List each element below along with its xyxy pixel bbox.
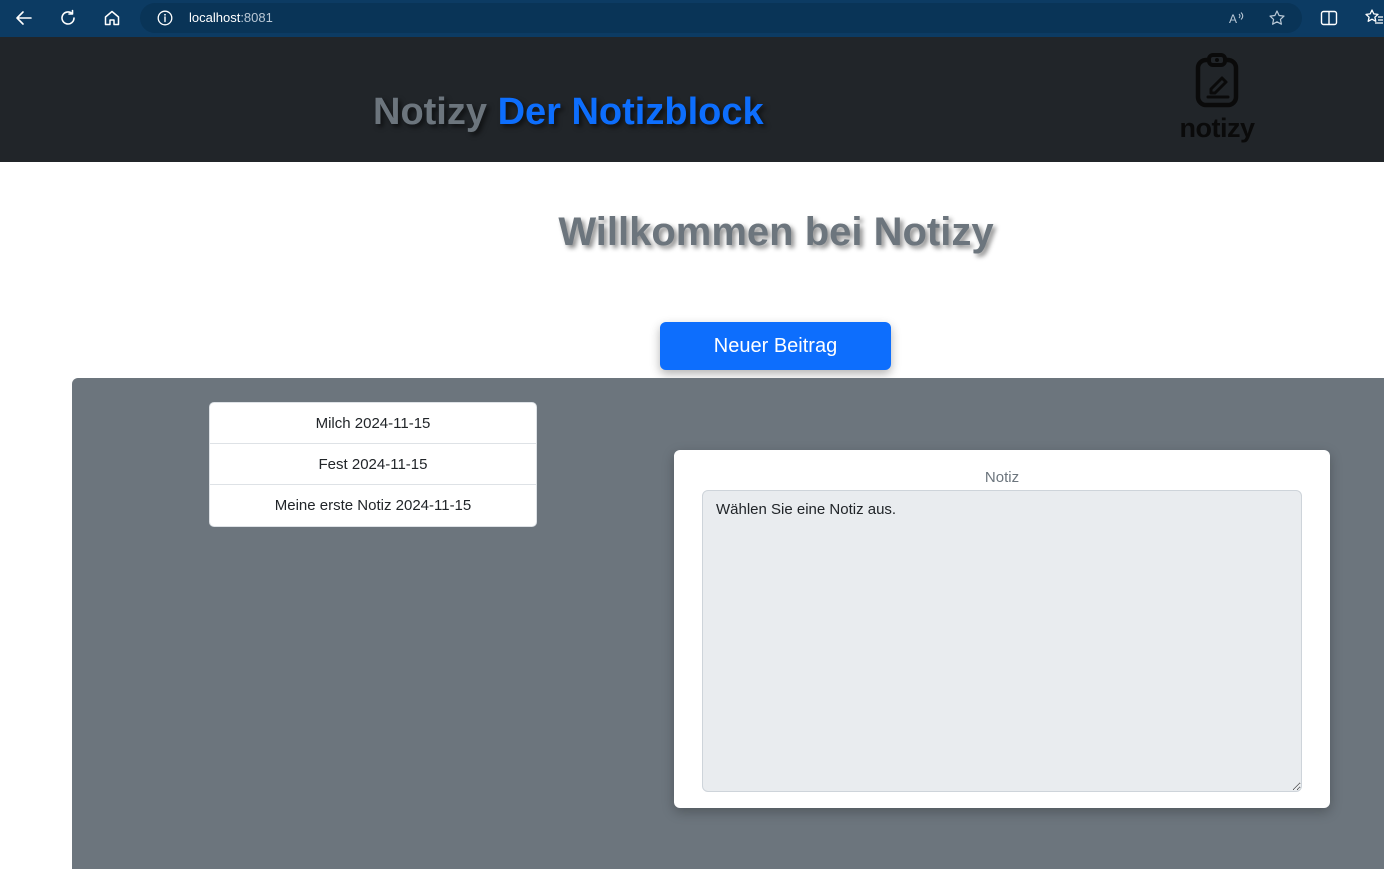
home-icon <box>104 10 120 26</box>
note-list-item[interactable]: Fest 2024-11-15 <box>210 444 536 485</box>
welcome-heading: Willkommen bei Notizy <box>558 210 994 254</box>
back-icon <box>16 11 32 25</box>
logo-text: notizy <box>1179 113 1256 143</box>
brand-name: Notizy <box>373 91 487 133</box>
note-list-item[interactable]: Milch 2024-11-15 <box>210 403 536 444</box>
back-button[interactable] <box>12 6 36 30</box>
favorites-list-icon[interactable] <box>1364 8 1384 28</box>
note-textarea[interactable]: Wählen Sie eine Notiz aus. <box>702 490 1302 792</box>
home-button[interactable] <box>100 6 124 30</box>
logo[interactable]: notizy <box>1176 51 1258 151</box>
note-label: Notiz <box>984 469 1020 486</box>
info-icon[interactable] <box>157 10 173 26</box>
brand-title[interactable]: Notizy Der Notizblock <box>373 91 764 134</box>
refresh-icon <box>61 9 75 25</box>
browser-toolbar: localhost:8081 A <box>0 0 1384 37</box>
notes-list: Milch 2024-11-15 Fest 2024-11-15 Meine e… <box>209 402 537 527</box>
url-host: localhost <box>189 10 241 25</box>
site-header: Notizy Der Notizblock notizy <box>0 37 1384 162</box>
favorite-star-icon[interactable] <box>1268 9 1286 27</box>
new-post-button[interactable]: Neuer Beitrag <box>660 322 891 370</box>
read-aloud-icon[interactable]: A <box>1228 9 1246 27</box>
clipboard-logo-icon <box>1195 53 1239 108</box>
brand-subtitle: Der Notizblock <box>497 91 764 133</box>
main-panel: Milch 2024-11-15 Fest 2024-11-15 Meine e… <box>72 378 1384 869</box>
svg-text:A: A <box>1229 12 1237 26</box>
split-screen-icon[interactable] <box>1319 8 1339 28</box>
address-bar[interactable]: localhost:8081 A <box>140 3 1302 33</box>
note-list-item[interactable]: Meine erste Notiz 2024-11-15 <box>210 485 536 526</box>
url-port: :8081 <box>240 10 273 25</box>
url-text: localhost:8081 <box>189 10 273 25</box>
refresh-button[interactable] <box>56 6 80 30</box>
note-card: Notiz Wählen Sie eine Notiz aus. <box>674 450 1330 808</box>
